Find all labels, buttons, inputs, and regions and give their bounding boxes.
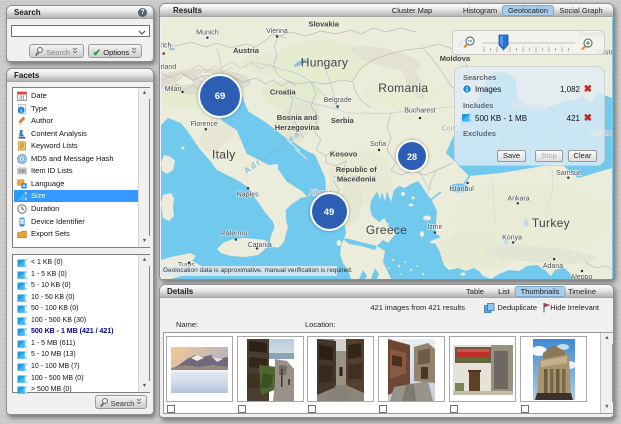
svg-text:Florence: Florence: [191, 121, 218, 128]
svg-text:Konya: Konya: [502, 235, 522, 242]
svg-text:Vienna: Vienna: [266, 28, 288, 35]
svg-text:Adana: Adana: [543, 263, 563, 270]
svg-text:Milan: Milan: [165, 86, 182, 93]
svg-text:Sofia: Sofia: [370, 141, 386, 148]
svg-text:Ankara: Ankara: [507, 195, 529, 202]
svg-text:Palermo: Palermo: [221, 231, 247, 238]
svg-text:Kosovo: Kosovo: [330, 149, 358, 158]
svg-text:Macedonia: Macedonia: [337, 175, 377, 184]
svg-text:Croatia: Croatia: [270, 88, 297, 97]
svg-text:Turkey: Turkey: [532, 216, 570, 230]
svg-text:Bosnia and: Bosnia and: [277, 113, 318, 122]
svg-text:Moldova: Moldova: [440, 54, 471, 63]
svg-text:Greece: Greece: [366, 223, 407, 237]
svg-text:i: i: [466, 87, 468, 94]
svg-text:Bucharest: Bucharest: [404, 107, 436, 114]
svg-text:Republic of: Republic of: [336, 165, 377, 174]
svg-text:Switzerland: Switzerland: [161, 64, 176, 71]
svg-text:Austria: Austria: [233, 46, 260, 55]
svg-text:Samsun: Samsun: [556, 170, 582, 177]
svg-text:Aleppo: Aleppo: [571, 274, 593, 279]
svg-text:Serbia: Serbia: [331, 116, 355, 125]
svg-text:Istanbul: Istanbul: [449, 186, 474, 193]
svg-text:Italy: Italy: [212, 148, 236, 162]
svg-text:Slovakia: Slovakia: [308, 20, 339, 29]
svg-text:Belgrade: Belgrade: [324, 97, 352, 104]
svg-text:Izmir: Izmir: [427, 224, 443, 231]
svg-text:Naples: Naples: [237, 192, 259, 199]
svg-text:★: ★: [22, 183, 27, 188]
svg-text:Zurich: Zurich: [161, 43, 172, 50]
svg-text:Catania: Catania: [248, 242, 272, 249]
svg-text:Romania: Romania: [378, 81, 428, 95]
svg-text:Hungary: Hungary: [301, 55, 348, 69]
svg-text:Herzegovina: Herzegovina: [275, 123, 320, 132]
svg-text:Munich: Munich: [196, 30, 219, 37]
svg-text:31: 31: [19, 95, 25, 101]
